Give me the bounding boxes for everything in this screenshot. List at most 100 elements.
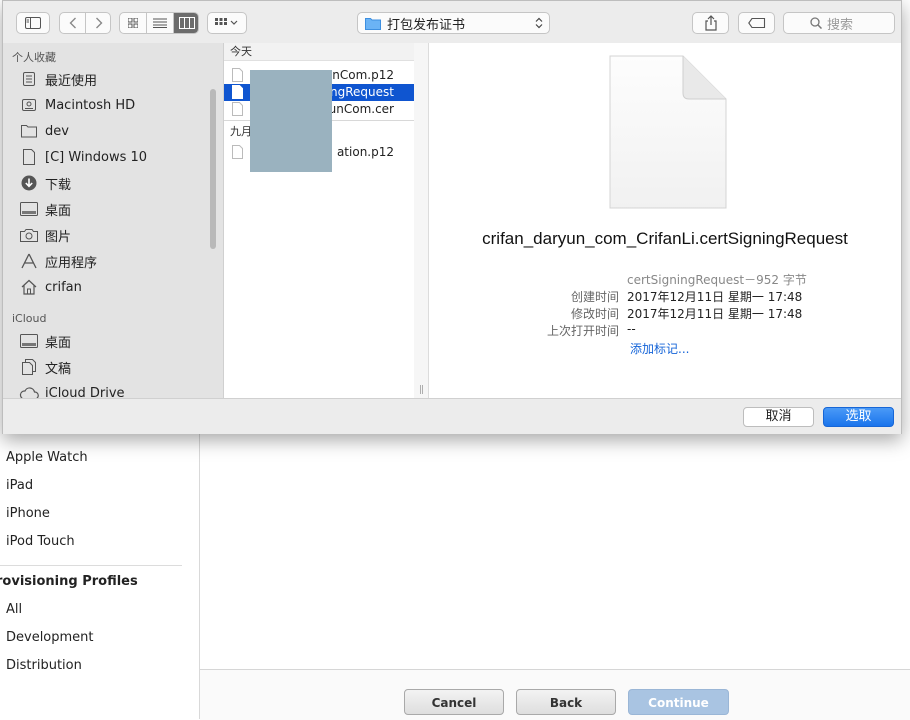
hard-drive-icon bbox=[19, 96, 39, 114]
bg-sidebar-item-ipod-touch[interactable]: iPod Touch bbox=[6, 534, 75, 549]
sidebar-item-label: 桌面 bbox=[45, 203, 72, 219]
sidebar-item-icloud-desktop[interactable]: 桌面 bbox=[19, 330, 71, 352]
bg-sidebar-item-development[interactable]: Development bbox=[6, 630, 94, 645]
sidebar-item-windows[interactable]: [C] Windows 10 bbox=[19, 146, 147, 168]
desktop-icon bbox=[19, 332, 39, 350]
forward-button[interactable] bbox=[86, 13, 111, 33]
home-icon bbox=[19, 278, 39, 296]
bg-sidebar-heading-provisioning: rovisioning Profiles bbox=[0, 574, 138, 589]
applications-icon bbox=[19, 252, 39, 270]
view-mode-group bbox=[119, 12, 199, 34]
icloud-heading: iCloud bbox=[12, 312, 47, 325]
sidebar-item-home[interactable]: crifan bbox=[19, 276, 82, 298]
dialog-cancel-button[interactable]: 取消 bbox=[743, 407, 814, 427]
open-file-dialog: 打包发布证书 搜索 个人收藏 最近使用 Macintosh HD dev [C]… bbox=[2, 0, 902, 434]
sidebar-item-macintosh-hd[interactable]: Macintosh HD bbox=[19, 94, 135, 116]
dialog-sidebar: 个人收藏 最近使用 Macintosh HD dev [C] Windows 1… bbox=[3, 43, 223, 398]
sidebar-item-label: 文稿 bbox=[45, 361, 72, 377]
chevron-right-icon bbox=[95, 17, 102, 29]
sidebar-item-dev[interactable]: dev bbox=[19, 120, 69, 142]
document-preview-icon bbox=[609, 55, 727, 209]
sidebar-item-label: crifan bbox=[45, 279, 82, 295]
sidebar-item-label: 应用程序 bbox=[45, 255, 98, 271]
sidebar-item-label: 图片 bbox=[45, 229, 72, 245]
dialog-toolbar: 打包发布证书 搜索 bbox=[3, 1, 901, 44]
document-icon bbox=[19, 148, 39, 166]
bg-sidebar-item-distribution[interactable]: Distribution bbox=[6, 658, 82, 673]
modified-value: 2017年12月11日 星期一 17:48 bbox=[627, 307, 803, 321]
sidebar-item-label: Macintosh HD bbox=[45, 97, 136, 113]
nav-back-forward bbox=[59, 12, 111, 34]
group-grid-icon bbox=[215, 18, 238, 25]
preview-filename: crifan_daryun_com_CrifanLi.certSigningRe… bbox=[482, 229, 848, 248]
search-field[interactable]: 搜索 bbox=[783, 12, 895, 34]
share-button[interactable] bbox=[692, 12, 729, 34]
file-preview: crifan_daryun_com_CrifanLi.certSigningRe… bbox=[429, 43, 901, 398]
sidebar-item-label: 最近使用 bbox=[45, 73, 98, 89]
dialog-button-bar: 取消 选取 bbox=[3, 398, 901, 434]
sidebar-toggle-button[interactable] bbox=[16, 12, 50, 34]
updown-chevron-icon bbox=[535, 17, 543, 29]
modified-label: 修改时间 bbox=[570, 307, 619, 321]
page-cancel-button[interactable]: Cancel bbox=[404, 689, 504, 715]
sidebar-toggle-icon bbox=[25, 17, 41, 29]
last-opened-value: -- bbox=[627, 322, 636, 336]
file-column: 今天 unCom.p12 ingRequest unCom.cer 九月 ati… bbox=[223, 43, 415, 398]
columns-icon bbox=[179, 17, 195, 29]
download-icon bbox=[19, 174, 39, 192]
desktop-icon bbox=[19, 200, 39, 218]
sidebar-item-desktop[interactable]: 桌面 bbox=[19, 198, 71, 220]
favorites-heading: 个人收藏 bbox=[12, 51, 56, 64]
sidebar-item-recents[interactable]: 最近使用 bbox=[19, 68, 97, 90]
sidebar-item-label: 下载 bbox=[45, 177, 72, 193]
search-icon bbox=[810, 17, 822, 29]
bg-sidebar-item-all[interactable]: All bbox=[6, 602, 22, 617]
group-header-today: 今天 bbox=[224, 43, 414, 61]
created-label: 创建时间 bbox=[570, 290, 619, 304]
bg-sidebar-item-apple-watch[interactable]: Apple Watch bbox=[6, 450, 88, 465]
share-icon bbox=[704, 15, 717, 31]
folder-icon bbox=[19, 122, 39, 140]
sidebar-item-label: iCloud Drive bbox=[45, 385, 125, 399]
add-tags-link[interactable]: 添加标记... bbox=[630, 340, 689, 357]
sidebar-item-icloud-documents[interactable]: 文稿 bbox=[19, 356, 71, 378]
list-icon bbox=[153, 18, 167, 28]
dialog-choose-button[interactable]: 选取 bbox=[823, 407, 894, 427]
last-opened-label: 上次打开时间 bbox=[546, 324, 619, 338]
path-label: 打包发布证书 bbox=[387, 17, 466, 33]
grid-icon bbox=[128, 18, 138, 28]
bg-sidebar-item-iphone[interactable]: iPhone bbox=[6, 506, 50, 521]
page-continue-button[interactable]: Continue bbox=[628, 689, 729, 715]
column-resize-grip-icon[interactable]: || bbox=[419, 385, 424, 395]
search-placeholder: 搜索 bbox=[827, 17, 854, 33]
recents-icon bbox=[19, 70, 39, 88]
sidebar-item-pictures[interactable]: 图片 bbox=[19, 224, 71, 246]
sidebar-item-downloads[interactable]: 下载 bbox=[19, 172, 71, 194]
camera-icon bbox=[19, 226, 39, 244]
chevron-left-icon bbox=[69, 17, 76, 29]
created-value: 2017年12月11日 星期一 17:48 bbox=[627, 290, 803, 304]
back-button[interactable] bbox=[60, 13, 86, 33]
bg-sidebar-item-ipad[interactable]: iPad bbox=[6, 478, 33, 493]
documents-icon bbox=[19, 358, 39, 376]
path-popup-button[interactable]: 打包发布证书 bbox=[357, 12, 550, 34]
tag-icon bbox=[747, 18, 765, 28]
page-back-button[interactable]: Back bbox=[516, 689, 616, 715]
preview-kind-size: certSigningRequest－952 字节 bbox=[627, 273, 807, 287]
column-view-button[interactable] bbox=[174, 13, 198, 33]
sidebar-scrollbar[interactable] bbox=[210, 89, 216, 249]
icon-view-button[interactable] bbox=[120, 13, 147, 33]
folder-icon bbox=[365, 17, 381, 30]
sidebar-item-applications[interactable]: 应用程序 bbox=[19, 250, 97, 272]
cloud-icon bbox=[19, 384, 39, 398]
column-resize-strip[interactable] bbox=[414, 43, 429, 398]
bg-sidebar-divider bbox=[0, 565, 182, 566]
sidebar-item-label: dev bbox=[45, 123, 69, 139]
sidebar-item-label: [C] Windows 10 bbox=[45, 149, 148, 165]
redaction-block bbox=[250, 70, 332, 172]
tags-button[interactable] bbox=[738, 12, 775, 34]
group-by-button[interactable] bbox=[207, 12, 247, 34]
list-view-button[interactable] bbox=[147, 13, 174, 33]
sidebar-item-icloud-drive[interactable]: iCloud Drive bbox=[19, 382, 125, 398]
sidebar-item-label: 桌面 bbox=[45, 335, 72, 351]
